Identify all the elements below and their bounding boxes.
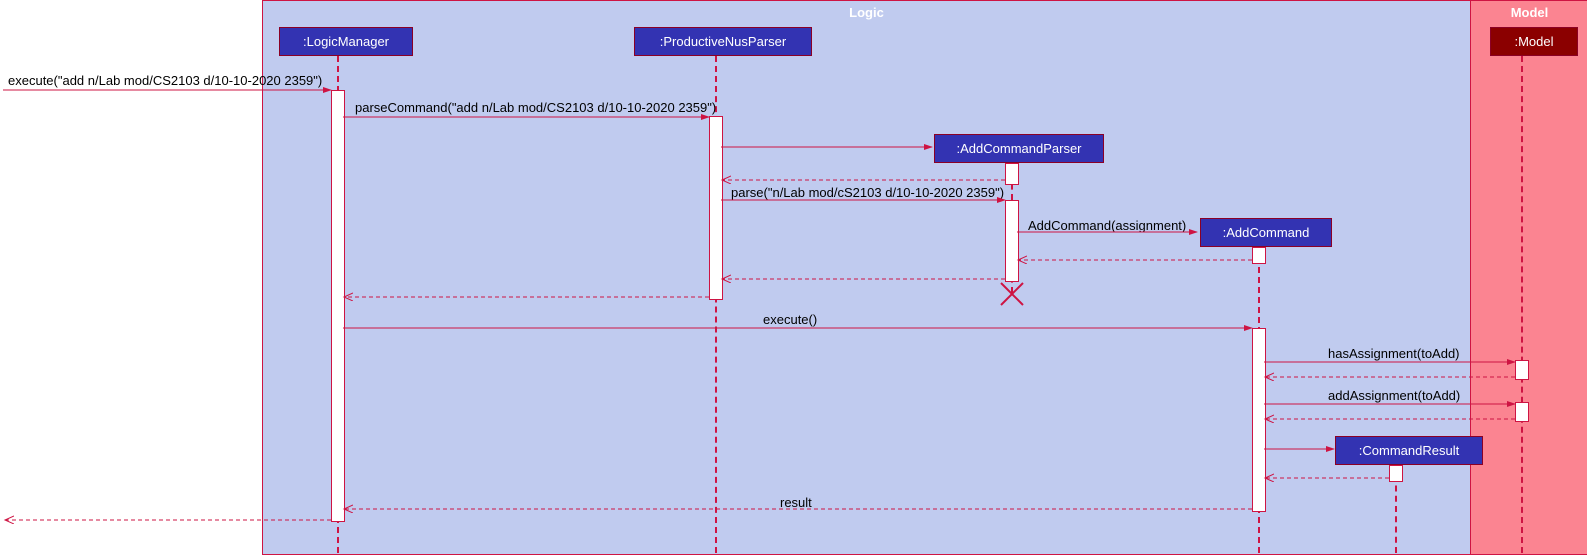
activation-acp-create bbox=[1005, 163, 1019, 185]
activation-command-result bbox=[1389, 465, 1403, 482]
frame-logic-label: Logic bbox=[849, 5, 884, 20]
msg-parse: parse("n/Lab mod/cS2103 d/10-10-2020 235… bbox=[731, 185, 1004, 200]
activation-acp-parse bbox=[1005, 200, 1019, 282]
frame-model: Model bbox=[1470, 0, 1587, 555]
activation-model-add bbox=[1515, 402, 1529, 422]
msg-add-assignment: addAssignment(toAdd) bbox=[1328, 388, 1460, 403]
activation-logic-manager bbox=[331, 90, 345, 522]
activation-addcmd-exec bbox=[1252, 328, 1266, 512]
frame-logic: Logic bbox=[262, 0, 1471, 555]
frame-model-label: Model bbox=[1511, 5, 1549, 20]
lifeline-model bbox=[1521, 56, 1523, 553]
msg-execute-in: execute("add n/Lab mod/CS2103 d/10-10-20… bbox=[8, 73, 322, 88]
msg-add-command: AddCommand(assignment) bbox=[1028, 218, 1186, 233]
participant-add-command-parser: :AddCommandParser bbox=[934, 134, 1104, 163]
msg-parse-command: parseCommand("add n/Lab mod/CS2103 d/10-… bbox=[355, 100, 716, 115]
participant-model: :Model bbox=[1490, 27, 1578, 56]
participant-add-command: :AddCommand bbox=[1200, 218, 1332, 247]
activation-parser bbox=[709, 116, 723, 300]
msg-has-assignment: hasAssignment(toAdd) bbox=[1328, 346, 1460, 361]
participant-productive-nus-parser: :ProductiveNusParser bbox=[634, 27, 812, 56]
msg-result: result bbox=[780, 495, 812, 510]
participant-command-result: :CommandResult bbox=[1335, 436, 1483, 465]
msg-execute: execute() bbox=[763, 312, 817, 327]
participant-logic-manager: :LogicManager bbox=[279, 27, 413, 56]
activation-model-has bbox=[1515, 360, 1529, 380]
activation-addcmd-create bbox=[1252, 247, 1266, 264]
